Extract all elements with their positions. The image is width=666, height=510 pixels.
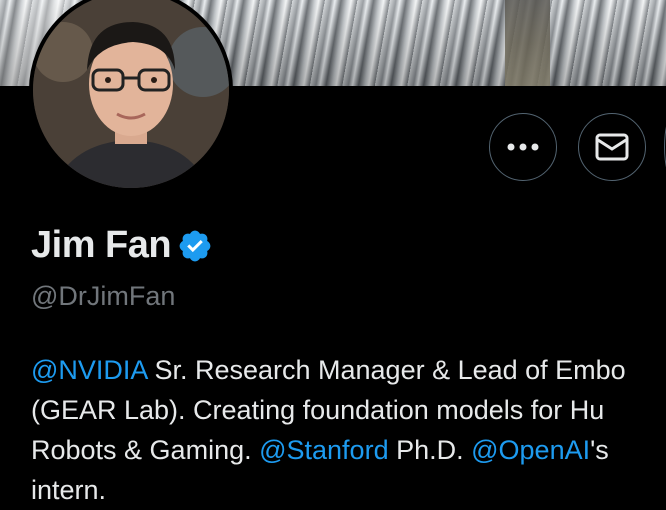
banner-figure: [505, 0, 550, 86]
profile-avatar[interactable]: [29, 0, 233, 192]
bio-text: Robots & Gaming.: [31, 435, 260, 465]
bio-text: intern.: [31, 475, 107, 505]
mention-link-stanford[interactable]: @Stanford: [259, 435, 388, 465]
bio-text: 's: [590, 435, 609, 465]
profile-handle: @DrJimFan: [31, 281, 176, 311]
more-options-button[interactable]: [489, 113, 557, 181]
bio-text: (GEAR Lab). Creating foundation models f…: [31, 395, 605, 425]
bio-line-1: @NVIDIA Sr. Research Manager & Lead of E…: [31, 350, 666, 390]
mention-link-nvidia[interactable]: @NVIDIA: [31, 355, 147, 385]
bio-text: Sr. Research Manager & Lead of Embo: [146, 355, 626, 385]
envelope-icon: [595, 133, 629, 161]
bio-line-2: (GEAR Lab). Creating foundation models f…: [31, 390, 666, 430]
avatar-portrait-icon: [33, 0, 229, 188]
display-name: Jim Fan: [31, 224, 172, 266]
ellipsis-icon: [507, 143, 539, 151]
mention-link-openai[interactable]: @OpenAI: [471, 435, 590, 465]
profile-name-row: Jim Fan: [31, 224, 213, 267]
profile-bio: @NVIDIA Sr. Research Manager & Lead of E…: [31, 350, 666, 510]
verified-badge-icon[interactable]: [177, 228, 213, 264]
message-button[interactable]: [578, 113, 646, 181]
bio-line-4: intern.: [31, 470, 666, 510]
bio-text: Ph.D.: [388, 435, 472, 465]
bio-line-3: Robots & Gaming. @Stanford Ph.D. @OpenAI…: [31, 430, 666, 470]
